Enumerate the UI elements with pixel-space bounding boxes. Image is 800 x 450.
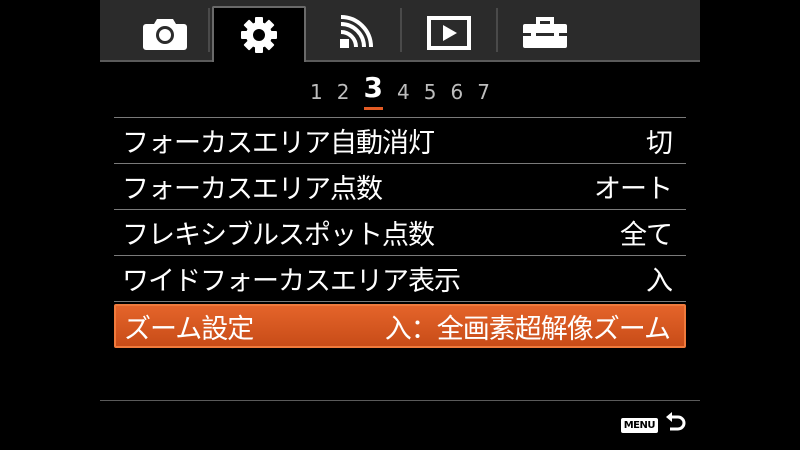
menu-item-value: 切 bbox=[646, 128, 673, 159]
tab-bar bbox=[100, 0, 700, 62]
menu-item-label: フォーカスエリア自動消灯 bbox=[122, 128, 435, 159]
bottom-divider bbox=[100, 400, 700, 401]
settings-menu-list: フォーカスエリア自動消灯 切 フォーカスエリア点数 オート フレキシブルスポット… bbox=[114, 117, 686, 348]
menu-item-value: 入 bbox=[646, 266, 673, 297]
page-number-5[interactable]: 5 bbox=[424, 82, 437, 110]
menu-item-label: フォーカスエリア点数 bbox=[122, 174, 383, 205]
toolbox-icon bbox=[521, 16, 569, 50]
tab-playback[interactable] bbox=[404, 6, 494, 60]
menu-item-focus-area-auto-clear[interactable]: フォーカスエリア自動消灯 切 bbox=[114, 118, 686, 164]
page-number-4[interactable]: 4 bbox=[397, 82, 410, 110]
page-number-3[interactable]: 3 bbox=[363, 74, 383, 110]
menu-item-focus-area-points[interactable]: フォーカスエリア点数 オート bbox=[114, 164, 686, 210]
playback-icon bbox=[427, 16, 471, 50]
page-number-6[interactable]: 6 bbox=[450, 82, 463, 110]
menu-item-label: ズーム設定 bbox=[124, 313, 254, 345]
menu-item-value: 全て bbox=[620, 220, 673, 251]
menu-item-flexible-spot-points[interactable]: フレキシブルスポット点数 全て bbox=[114, 210, 686, 256]
menu-item-wide-focus-area-display[interactable]: ワイドフォーカスエリア表示 入 bbox=[114, 256, 686, 302]
camera-icon bbox=[142, 15, 188, 51]
gear-icon bbox=[239, 15, 279, 55]
page-number-1[interactable]: 1 bbox=[310, 82, 323, 110]
menu-item-zoom-setting[interactable]: ズーム設定 入：全画素超解像ズーム bbox=[114, 304, 686, 348]
tab-camera[interactable] bbox=[120, 6, 210, 60]
page-indicator: 1 2 3 4 5 6 7 bbox=[100, 70, 700, 110]
page-number-7[interactable]: 7 bbox=[477, 82, 490, 110]
page-number-2[interactable]: 2 bbox=[337, 82, 350, 110]
tab-settings[interactable] bbox=[212, 6, 306, 62]
menu-badge: MENU bbox=[620, 417, 658, 433]
back-arrow-icon bbox=[664, 411, 686, 439]
menu-item-label: ワイドフォーカスエリア表示 bbox=[122, 266, 461, 297]
menu-back-button[interactable]: MENU bbox=[620, 411, 686, 439]
camera-menu-screen: 1 2 3 4 5 6 7 フォーカスエリア自動消灯 切 フォーカスエリア点数 … bbox=[100, 0, 700, 450]
tab-wireless[interactable] bbox=[310, 6, 400, 60]
menu-item-value: 入：全画素超解像ズーム bbox=[384, 313, 671, 345]
menu-item-value: オート bbox=[594, 174, 673, 205]
menu-item-label: フレキシブルスポット点数 bbox=[122, 220, 435, 251]
wireless-icon bbox=[337, 15, 373, 51]
tab-setup[interactable] bbox=[500, 6, 590, 60]
